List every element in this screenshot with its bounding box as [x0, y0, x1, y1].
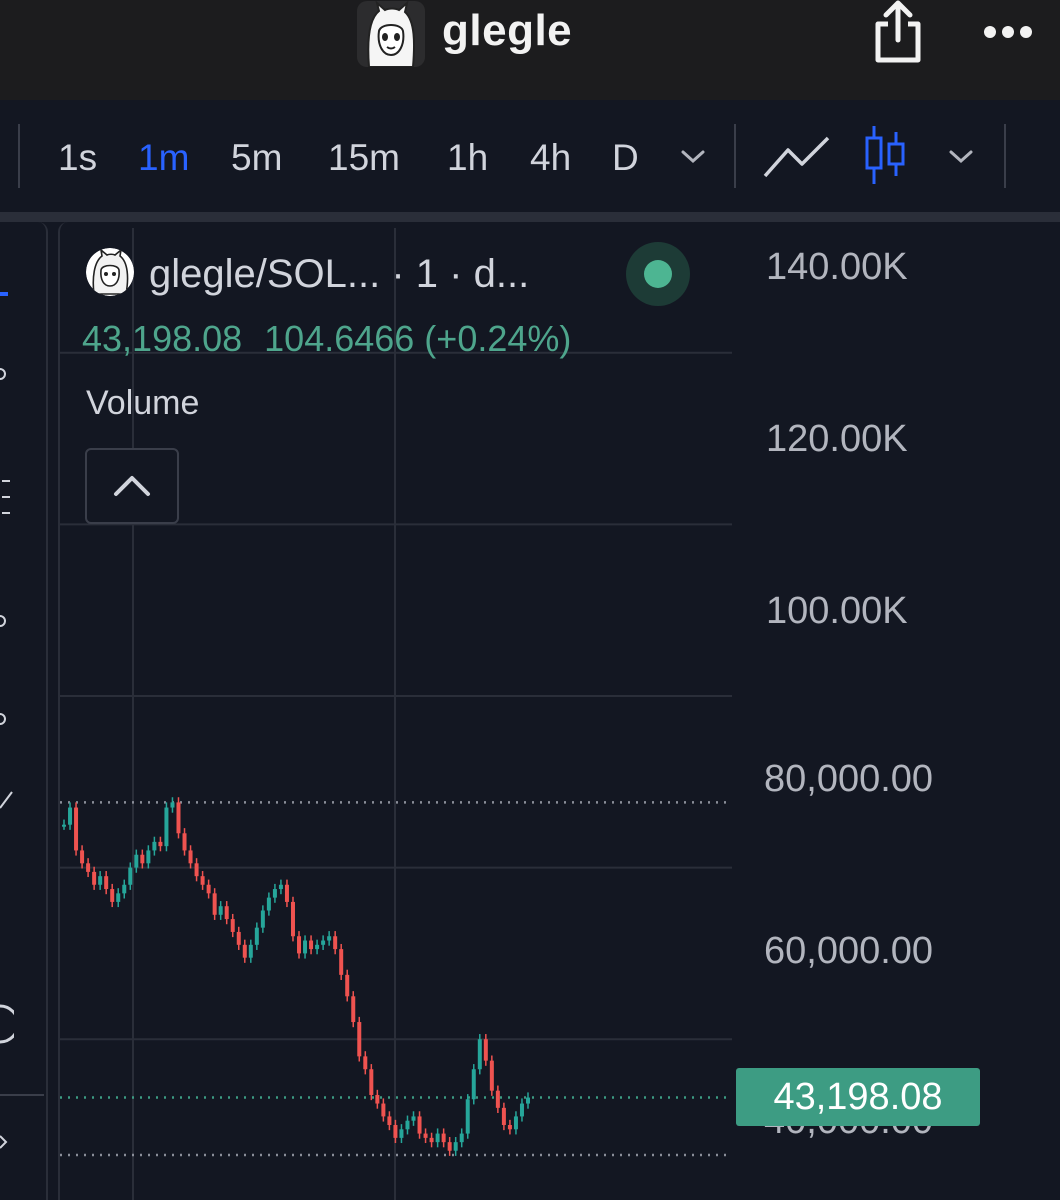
candle-body: [381, 1103, 386, 1117]
price-axis-label: 80,000.00: [764, 758, 934, 800]
candle-body: [266, 897, 271, 911]
chart-grid: [60, 228, 732, 1200]
candle-body: [405, 1120, 410, 1130]
candle-body: [423, 1133, 428, 1138]
candle-body: [429, 1137, 434, 1143]
candle-body: [363, 1056, 368, 1070]
symbol-title[interactable]: glegle/SOL... · 1 · d...: [149, 252, 529, 297]
candle-body: [104, 876, 109, 890]
candle-body: [218, 906, 223, 915]
candle-body: [98, 876, 103, 885]
candle-body: [278, 884, 283, 890]
candle-body: [248, 944, 253, 958]
candle-body: [435, 1133, 440, 1143]
candle-body: [80, 850, 85, 864]
candle-body: [297, 936, 302, 954]
candle-body: [164, 807, 169, 847]
candle-body: [495, 1090, 500, 1108]
candle-body: [242, 944, 247, 958]
candle-body: [68, 807, 73, 825]
last-price-value: 43,198.08: [82, 318, 243, 359]
candle-body: [134, 854, 139, 868]
candle-body: [501, 1107, 506, 1125]
candle-body: [200, 876, 205, 885]
candle-body: [513, 1116, 518, 1130]
candle-body: [351, 996, 356, 1023]
candle-body: [230, 919, 235, 932]
symbol-avatar-icon: [86, 248, 134, 296]
candle-body: [411, 1116, 416, 1121]
candle-body: [206, 884, 211, 894]
price-axis-label: 100.00K: [766, 590, 908, 632]
candle-body: [284, 884, 289, 902]
candle-body: [212, 893, 217, 915]
candle-body: [309, 940, 314, 950]
candle-body: [417, 1116, 422, 1134]
candle-body: [303, 940, 308, 954]
candle-body: [483, 1039, 488, 1061]
candle-body: [194, 863, 199, 877]
candle-body: [327, 936, 332, 941]
candle-body: [290, 901, 295, 937]
candle-body: [369, 1069, 374, 1095]
price-axis-label: 140.00K: [766, 246, 908, 288]
current-price-tag: 43,198.08: [736, 1068, 980, 1126]
live-status-dot-icon: [644, 260, 672, 288]
candle-body: [339, 949, 344, 975]
candle-body: [254, 927, 259, 945]
candle-body: [188, 850, 193, 864]
candle-body: [272, 889, 277, 898]
candle-body: [260, 910, 265, 928]
candle-body: [116, 893, 121, 902]
candle-body: [224, 906, 229, 920]
candle-body: [387, 1116, 392, 1125]
candle-body: [507, 1125, 512, 1130]
price-change-value: 104.6466 (+0.24%): [264, 318, 572, 359]
price-axis-label: 60,000.00: [764, 930, 934, 972]
candle-body: [477, 1039, 482, 1070]
collapse-legend-button[interactable]: [85, 448, 179, 524]
candle-body: [182, 833, 187, 851]
chevron-up-icon: [114, 476, 150, 496]
candle-body: [158, 841, 163, 847]
price-axis-label: 120.00K: [766, 418, 908, 460]
candle-body: [489, 1060, 494, 1091]
candle-body: [86, 863, 91, 872]
candle-body: [110, 889, 115, 902]
candle-body: [333, 936, 338, 950]
candle-body: [465, 1099, 470, 1134]
candle-body: [399, 1129, 404, 1138]
candle-body: [453, 1142, 458, 1151]
candle-body: [170, 802, 175, 808]
candle-body: [236, 931, 241, 945]
volume-indicator-label[interactable]: Volume: [86, 384, 199, 423]
candle-body: [375, 1094, 380, 1104]
candle-body: [128, 867, 133, 885]
candle-body: [447, 1142, 452, 1151]
candle-body: [176, 802, 181, 834]
candle-body: [526, 1097, 530, 1104]
candle-body: [315, 944, 320, 950]
candle-body: [393, 1125, 398, 1138]
candle-body: [140, 854, 145, 864]
candle-body: [122, 884, 127, 894]
candle-body: [146, 850, 151, 864]
candle-body: [92, 871, 97, 885]
candle-body: [345, 974, 350, 997]
candle-body: [152, 841, 157, 851]
candle-body: [321, 940, 326, 945]
candle-body: [441, 1133, 446, 1143]
candle-body: [357, 1022, 362, 1057]
market-status-indicator[interactable]: [626, 242, 690, 306]
candle-body: [74, 807, 79, 851]
candle-body: [62, 824, 66, 827]
candle-body: [471, 1069, 476, 1100]
candle-body: [519, 1103, 524, 1117]
candle-body: [459, 1133, 464, 1143]
price-change-line: 43,198.08 104.6466 (+0.24%): [82, 318, 593, 360]
